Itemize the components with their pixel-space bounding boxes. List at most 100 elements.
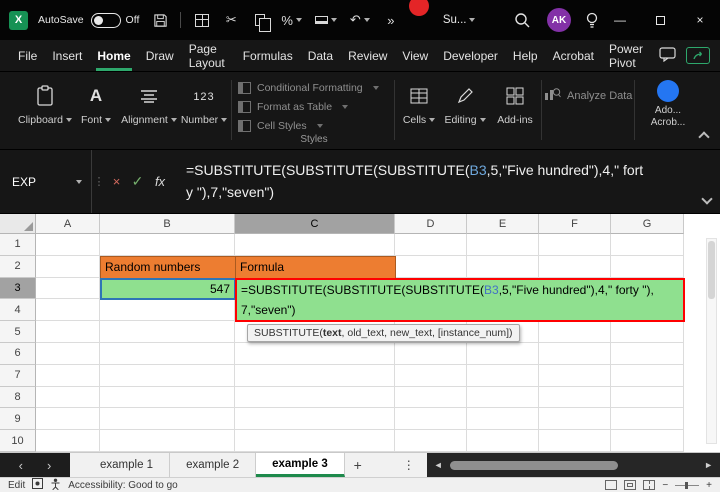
cell-D7[interactable] xyxy=(395,365,467,387)
cell-B10[interactable] xyxy=(100,430,235,452)
enter-icon[interactable]: ✓ xyxy=(127,173,148,190)
cell-D8[interactable] xyxy=(395,387,467,409)
cell-E2[interactable] xyxy=(467,256,539,278)
cell-F2[interactable] xyxy=(539,256,611,278)
row-header-9[interactable]: 9 xyxy=(0,408,36,430)
cell-B7[interactable] xyxy=(100,365,235,387)
cell-G6[interactable] xyxy=(611,343,684,365)
scroll-right-icon[interactable]: ► xyxy=(704,460,713,470)
column-header-A[interactable]: A xyxy=(36,214,100,234)
menu-item-insert[interactable]: Insert xyxy=(50,40,84,71)
comment-icon[interactable] xyxy=(659,47,676,65)
cell-B1[interactable] xyxy=(100,234,235,256)
excel-app-icon[interactable] xyxy=(9,11,28,30)
cell-F8[interactable] xyxy=(539,387,611,409)
number-group[interactable]: Number xyxy=(178,82,230,126)
cell-A3[interactable] xyxy=(36,278,100,300)
cell-B4[interactable] xyxy=(100,299,235,321)
more-commands-icon[interactable]: » xyxy=(383,11,399,29)
add-sheet-button[interactable]: + xyxy=(345,453,371,477)
next-sheet-icon[interactable]: › xyxy=(47,458,51,473)
menu-item-help[interactable]: Help xyxy=(511,40,540,71)
cell-A10[interactable] xyxy=(36,430,100,452)
cell-G1[interactable] xyxy=(611,234,684,256)
cell-G7[interactable] xyxy=(611,365,684,387)
row-header-5[interactable]: 5 xyxy=(0,321,36,343)
zoom-slider[interactable] xyxy=(675,485,699,486)
cell-D6[interactable] xyxy=(395,343,467,365)
font-group[interactable]: Font xyxy=(74,82,118,126)
cell-D9[interactable] xyxy=(395,408,467,430)
cell-A6[interactable] xyxy=(36,343,100,365)
percent-style-icon[interactable]: % xyxy=(281,11,302,29)
accessibility-icon[interactable] xyxy=(50,478,61,492)
zoom-slider-knob[interactable] xyxy=(685,482,688,489)
menu-item-view[interactable]: View xyxy=(400,40,430,71)
sheet-tab-example-1[interactable]: example 1 xyxy=(84,453,170,477)
cell-styles-button[interactable]: Cell Styles xyxy=(238,116,390,135)
menu-item-data[interactable]: Data xyxy=(306,40,335,71)
cell-B2[interactable]: Random numbers xyxy=(100,256,236,279)
cell-F6[interactable] xyxy=(539,343,611,365)
row-header-4[interactable]: 4 xyxy=(0,299,36,321)
user-avatar[interactable]: AK xyxy=(547,8,571,32)
accessibility-status[interactable]: Accessibility: Good to go xyxy=(68,480,178,491)
cells-group[interactable]: Cells xyxy=(398,82,440,126)
insert-function-icon[interactable]: fx xyxy=(148,174,172,189)
analyze-data-button[interactable]: Analyze Data xyxy=(544,86,632,105)
acrobat-group[interactable]: Ado... Acrob... xyxy=(640,80,696,129)
lightbulb-icon[interactable] xyxy=(584,11,600,29)
column-header-G[interactable]: G xyxy=(611,214,684,234)
zoom-out-icon[interactable]: − xyxy=(662,480,668,491)
share-icon[interactable] xyxy=(686,47,710,64)
addins-group[interactable]: Add-ins xyxy=(490,82,540,126)
cell-B3[interactable]: 547 xyxy=(100,278,236,301)
menu-item-home[interactable]: Home xyxy=(95,40,132,71)
name-box[interactable]: EXP xyxy=(0,150,92,213)
prev-sheet-icon[interactable]: ‹ xyxy=(19,458,23,473)
row-header-8[interactable]: 8 xyxy=(0,387,36,409)
macro-record-icon[interactable] xyxy=(32,478,43,492)
cell-A1[interactable] xyxy=(36,234,100,256)
cell-E1[interactable] xyxy=(467,234,539,256)
column-header-B[interactable]: B xyxy=(100,214,235,234)
menu-item-developer[interactable]: Developer xyxy=(441,40,500,71)
sheet-options-icon[interactable]: ⋮ xyxy=(399,453,419,477)
cancel-icon[interactable]: × xyxy=(106,174,127,189)
cell-E8[interactable] xyxy=(467,387,539,409)
cell-D10[interactable] xyxy=(395,430,467,452)
scroll-left-icon[interactable]: ◄ xyxy=(434,460,443,470)
cell-C1[interactable] xyxy=(235,234,395,256)
row-header-2[interactable]: 2 xyxy=(0,256,36,278)
conditional-formatting-button[interactable]: Conditional Formatting xyxy=(238,78,390,97)
cell-B8[interactable] xyxy=(100,387,235,409)
vertical-scrollbar-thumb[interactable] xyxy=(708,241,715,299)
cell-G5[interactable] xyxy=(611,321,684,343)
row-header-6[interactable]: 6 xyxy=(0,343,36,365)
cell-A5[interactable] xyxy=(36,321,100,343)
cell-C6[interactable] xyxy=(235,343,395,365)
collapse-ribbon-icon[interactable] xyxy=(698,131,709,142)
column-header-F[interactable]: F xyxy=(539,214,611,234)
cell-E7[interactable] xyxy=(467,365,539,387)
save-icon[interactable] xyxy=(152,11,168,29)
cell-B9[interactable] xyxy=(100,408,235,430)
row-header-3[interactable]: 3 xyxy=(0,278,36,300)
cell-C7[interactable] xyxy=(235,365,395,387)
cell-F10[interactable] xyxy=(539,430,611,452)
cell-D1[interactable] xyxy=(395,234,467,256)
cell-F5[interactable] xyxy=(539,321,611,343)
sheet-tab-example-3[interactable]: example 3 xyxy=(256,453,345,477)
minimize-button[interactable]: — xyxy=(600,0,640,40)
cell-A7[interactable] xyxy=(36,365,100,387)
cell-D2[interactable] xyxy=(395,256,467,278)
cell-A8[interactable] xyxy=(36,387,100,409)
alignment-group[interactable]: Alignment xyxy=(120,82,178,126)
cell-A4[interactable] xyxy=(36,299,100,321)
column-header-D[interactable]: D xyxy=(395,214,467,234)
select-all-corner[interactable] xyxy=(0,214,36,234)
menu-item-acrobat[interactable]: Acrobat xyxy=(551,40,596,71)
cell-G8[interactable] xyxy=(611,387,684,409)
cell-C9[interactable] xyxy=(235,408,395,430)
cell-B6[interactable] xyxy=(100,343,235,365)
